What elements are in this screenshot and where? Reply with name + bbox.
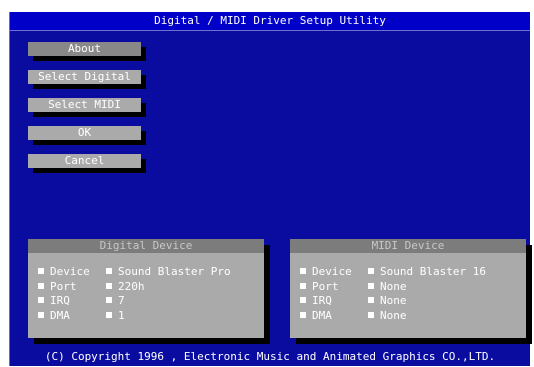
digital-panel-body: Digital Device Device Sound Blaster Pro P… — [28, 239, 264, 338]
midi-row-port: Port None — [300, 280, 486, 295]
copyright-footer: (C) Copyright 1996 , Electronic Music an… — [44, 350, 496, 363]
bullet-icon — [38, 268, 44, 274]
row-value: Sound Blaster Pro — [118, 265, 231, 278]
ok-button[interactable]: OK — [28, 126, 141, 140]
row-label: Device — [312, 265, 352, 278]
bullet-icon — [106, 282, 112, 289]
midi-row-dma: DMA None — [300, 309, 486, 324]
ok-button-wrap: OK — [28, 126, 146, 145]
bullet-icon — [300, 282, 306, 289]
bullet-icon — [38, 297, 44, 303]
row-label: DMA — [50, 308, 70, 322]
digital-panel-rows: Device Sound Blaster Pro Port 220h IRQ 7 DM… — [38, 265, 231, 323]
row-label: Port — [50, 279, 77, 293]
midi-row-device: Device Sound Blaster 16 — [300, 265, 486, 280]
digital-row-irq: IRQ 7 — [38, 294, 231, 309]
bullet-icon — [38, 311, 44, 318]
digital-panel-title: Digital Device — [28, 239, 264, 253]
midi-panel-rows: Device Sound Blaster 16 Port None IRQ None … — [300, 265, 486, 323]
bullet-icon — [368, 268, 374, 274]
row-label: IRQ — [312, 294, 332, 307]
row-value: 220h — [118, 279, 145, 293]
row-label: Port — [312, 279, 339, 293]
bullet-icon — [368, 297, 374, 303]
select-midi-button-wrap: Select MIDI — [28, 98, 146, 117]
midi-device-panel: MIDI Device Device Sound Blaster 16 Port N… — [290, 239, 532, 344]
bullet-icon — [38, 282, 44, 289]
midi-panel-title: MIDI Device — [290, 239, 526, 253]
select-digital-button-wrap: Select Digital — [28, 70, 146, 89]
midi-panel-body: MIDI Device Device Sound Blaster 16 Port N… — [290, 239, 526, 338]
row-label: DMA — [312, 308, 332, 322]
bullet-icon — [300, 311, 306, 318]
midi-row-irq: IRQ None — [300, 294, 486, 309]
row-value: None — [380, 279, 407, 293]
row-label: IRQ — [50, 294, 70, 307]
digital-device-panel: Digital Device Device Sound Blaster Pro P… — [28, 239, 270, 344]
row-value: 7 — [118, 294, 125, 307]
bullet-icon — [300, 268, 306, 274]
row-value: None — [380, 308, 407, 322]
cancel-button[interactable]: Cancel — [28, 154, 141, 168]
select-digital-button[interactable]: Select Digital — [28, 70, 141, 84]
bullet-icon — [368, 311, 374, 318]
bullet-icon — [106, 311, 112, 318]
bullet-icon — [300, 297, 306, 303]
row-label: Device — [50, 265, 90, 278]
window-title: Digital / MIDI Driver Setup Utility — [10, 12, 530, 31]
about-button[interactable]: About — [28, 42, 141, 56]
digital-row-device: Device Sound Blaster Pro — [38, 265, 231, 280]
row-value: None — [380, 294, 407, 307]
bullet-icon — [368, 282, 374, 289]
cancel-button-wrap: Cancel — [28, 154, 146, 173]
bullet-icon — [106, 268, 112, 274]
digital-row-dma: DMA 1 — [38, 309, 231, 324]
bullet-icon — [106, 297, 112, 303]
row-value: 1 — [118, 308, 125, 322]
about-button-wrap: About — [28, 42, 146, 61]
setup-screen: Digital / MIDI Driver Setup Utility Abou… — [9, 12, 532, 366]
digital-row-port: Port 220h — [38, 280, 231, 295]
select-midi-button[interactable]: Select MIDI — [28, 98, 141, 112]
row-value: Sound Blaster 16 — [380, 265, 486, 278]
